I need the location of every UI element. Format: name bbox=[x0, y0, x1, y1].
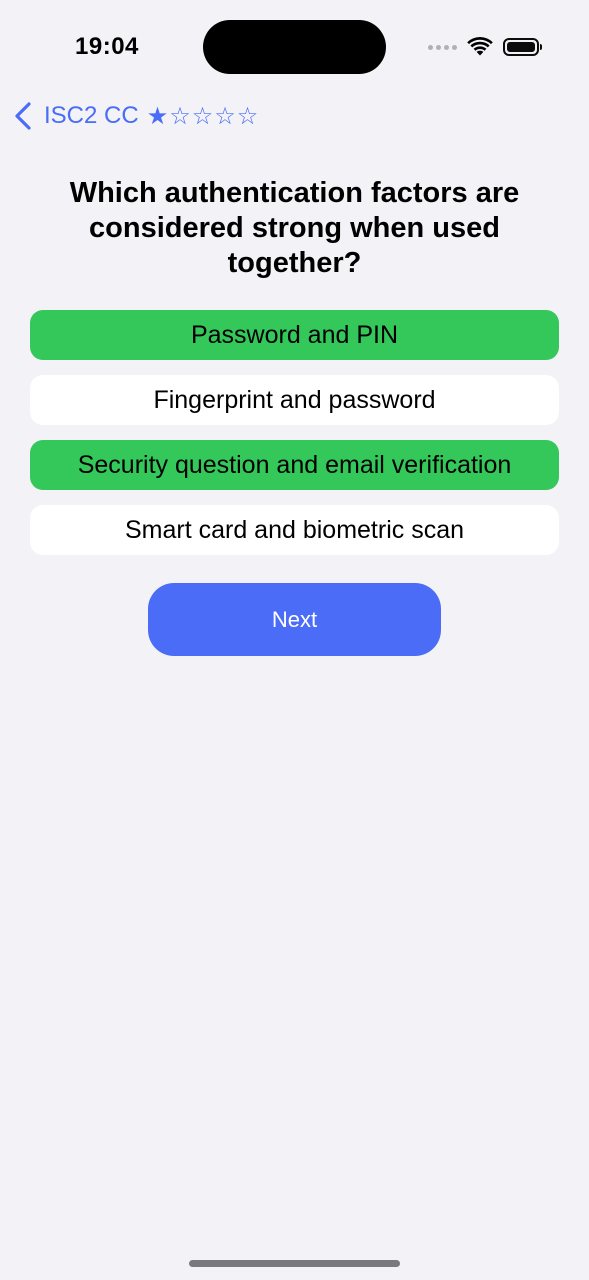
cellular-signal-icon bbox=[428, 44, 457, 50]
status-time: 19:04 bbox=[75, 33, 139, 60]
nav-bar: ISC2 CC ★☆☆☆☆ bbox=[0, 96, 589, 136]
answer-option[interactable]: Fingerprint and password bbox=[30, 375, 559, 425]
battery-icon bbox=[503, 38, 542, 56]
dynamic-island bbox=[203, 20, 386, 74]
answer-list: Password and PIN Fingerprint and passwor… bbox=[30, 310, 559, 570]
nav-title: ISC2 CC bbox=[44, 102, 139, 129]
chevron-left-icon bbox=[15, 102, 31, 130]
rating-stars-icon: ★☆☆☆☆ bbox=[146, 102, 260, 130]
status-bar: 19:04 bbox=[0, 0, 589, 95]
home-indicator[interactable] bbox=[189, 1260, 400, 1267]
answer-option[interactable]: Password and PIN bbox=[30, 310, 559, 360]
wifi-icon bbox=[467, 37, 493, 56]
next-button[interactable]: Next bbox=[148, 583, 441, 656]
back-button[interactable]: ISC2 CC ★☆☆☆☆ bbox=[12, 96, 259, 136]
status-icons bbox=[428, 36, 542, 58]
answer-option[interactable]: Security question and email verification bbox=[30, 440, 559, 490]
question-text: Which authentication factors are conside… bbox=[69, 177, 520, 279]
answer-option[interactable]: Smart card and biometric scan bbox=[30, 505, 559, 555]
